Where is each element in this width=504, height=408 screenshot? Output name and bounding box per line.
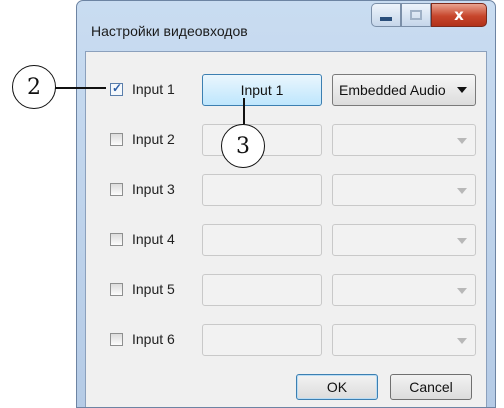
input-5-name-button[interactable] <box>202 274 322 306</box>
close-icon: x <box>454 6 464 24</box>
dialog-body: ✓ Input 1 Input 1 Embedded Audio Input 2… <box>85 51 487 407</box>
input-1-checkbox[interactable]: ✓ <box>110 81 123 96</box>
chevron-down-icon <box>457 288 467 294</box>
input-6-label: Input 6 <box>132 331 175 347</box>
input-1-name-button[interactable]: Input 1 <box>202 74 322 106</box>
chevron-down-icon <box>457 338 467 344</box>
minimize-icon <box>380 17 392 21</box>
input-3-audio-select[interactable] <box>332 174 476 206</box>
input-3-name-button[interactable] <box>202 174 322 206</box>
input-4-audio-select[interactable] <box>332 224 476 256</box>
input-6-audio-select[interactable] <box>332 324 476 356</box>
callout-3: 3 <box>221 124 265 168</box>
window-title: Настройки видеовходов <box>91 23 248 39</box>
input-2-label: Input 2 <box>132 131 175 147</box>
input-3-checkbox[interactable] <box>110 183 123 196</box>
input-3-label: Input 3 <box>132 181 175 197</box>
caption-buttons: x <box>371 3 487 29</box>
close-button[interactable]: x <box>431 3 487 27</box>
callout-2-leader <box>54 87 106 89</box>
chevron-down-icon <box>457 87 467 93</box>
settings-window: Настройки видеовходов x ✓ Input 1 Input … <box>76 0 496 408</box>
maximize-icon <box>410 10 422 20</box>
input-1-audio-select[interactable]: Embedded Audio <box>332 74 476 106</box>
input-1-audio-value: Embedded Audio <box>339 82 446 98</box>
callout-2: 2 <box>12 65 56 109</box>
cancel-button[interactable]: Cancel <box>390 374 472 400</box>
minimize-button[interactable] <box>371 3 401 27</box>
input-4-checkbox[interactable] <box>110 233 123 246</box>
checkmark-icon: ✓ <box>112 81 123 95</box>
input-5-audio-select[interactable] <box>332 274 476 306</box>
ok-button[interactable]: OK <box>296 374 378 400</box>
maximize-button[interactable] <box>401 3 431 27</box>
callout-3-leader <box>243 98 245 124</box>
input-4-label: Input 4 <box>132 231 175 247</box>
input-2-audio-select[interactable] <box>332 124 476 156</box>
chevron-down-icon <box>457 188 467 194</box>
input-1-label: Input 1 <box>132 81 175 97</box>
chevron-down-icon <box>457 238 467 244</box>
input-5-label: Input 5 <box>132 281 175 297</box>
input-6-checkbox[interactable] <box>110 333 123 346</box>
input-6-name-button[interactable] <box>202 324 322 356</box>
input-5-checkbox[interactable] <box>110 283 123 296</box>
input-2-checkbox[interactable] <box>110 133 123 146</box>
input-4-name-button[interactable] <box>202 224 322 256</box>
chevron-down-icon <box>457 138 467 144</box>
